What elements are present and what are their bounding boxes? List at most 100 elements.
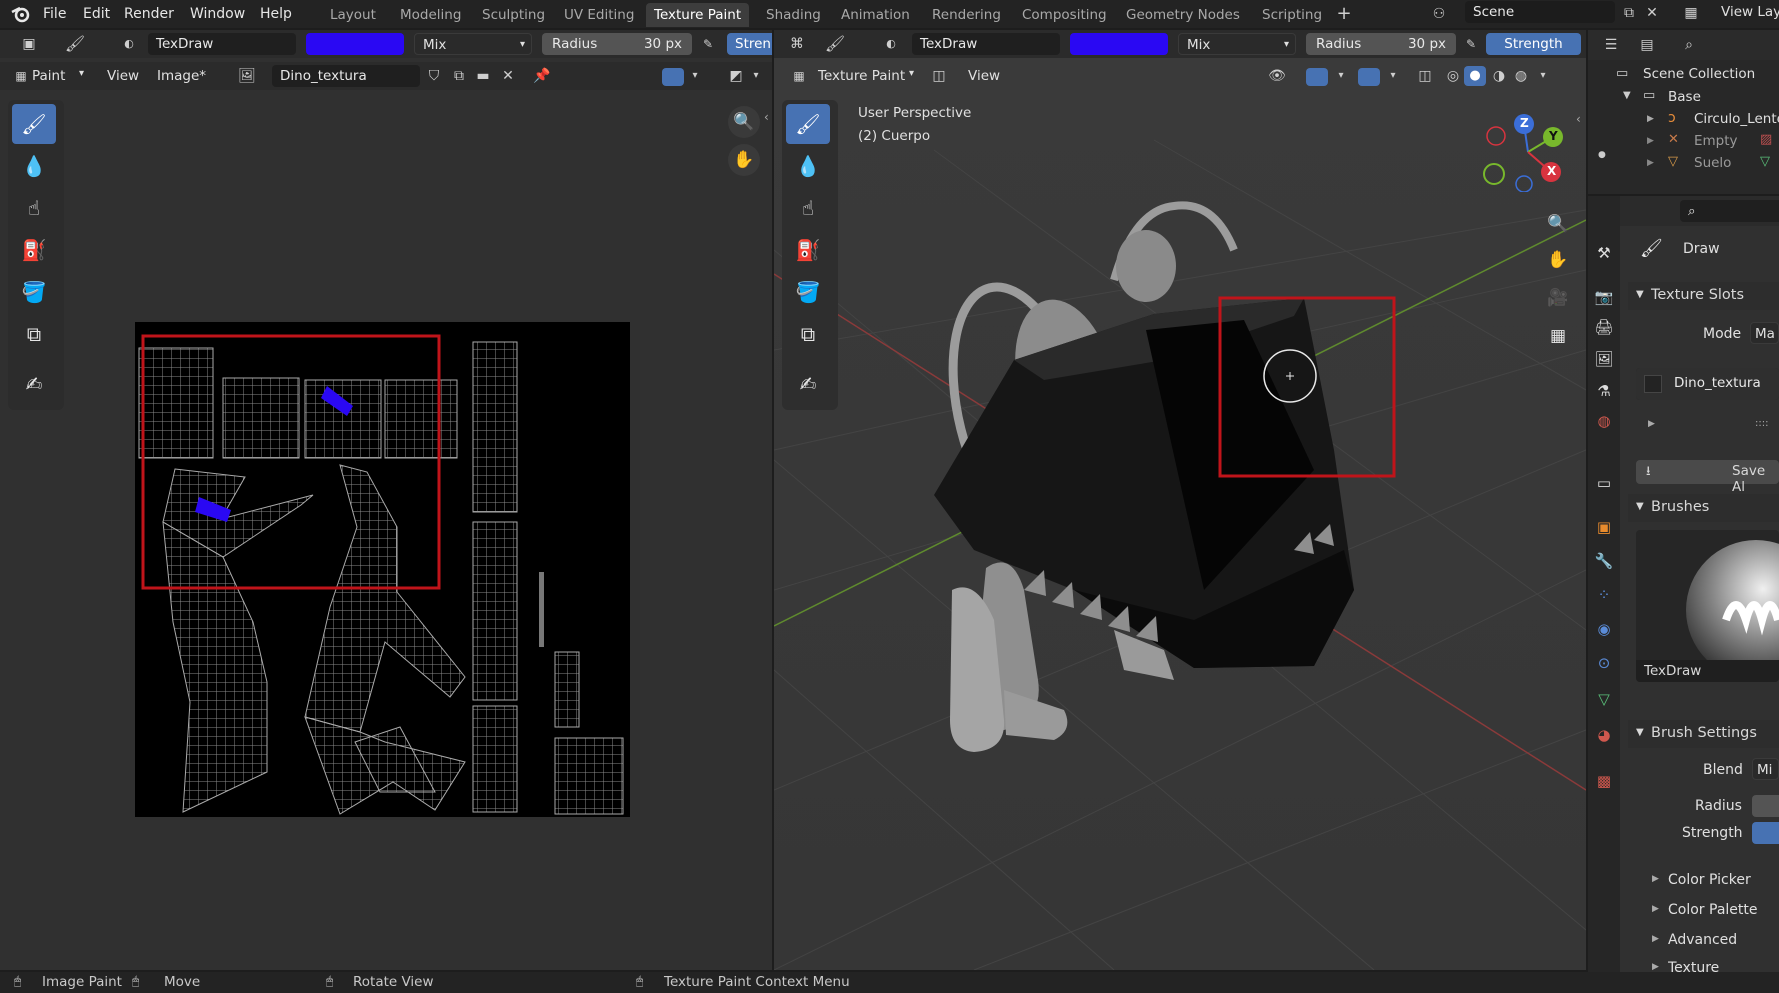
pressure-icon[interactable]: ✎ [1460,33,1482,55]
outliner-item-suelo[interactable]: Suelo [1694,155,1731,171]
chevron-down-icon[interactable]: ▾ [1330,65,1352,87]
new-scene-icon[interactable]: ⧉ [1618,2,1640,24]
outliner-item-empty[interactable]: Empty [1694,133,1738,149]
solid-shading-icon[interactable]: ● [1464,66,1486,86]
image-name-field[interactable]: Dino_textura [272,65,420,87]
menu-view[interactable]: View [968,68,1000,84]
zoom-icon[interactable]: 🔍 [1542,208,1574,240]
constraints-tab-icon[interactable]: ⊙ [1591,650,1617,676]
properties-search-field[interactable]: ⌕ [1680,200,1779,222]
expand-arrow-icon[interactable]: ▶ [1647,136,1654,146]
image-browse-icon[interactable]: 🖼 [236,65,258,87]
uv-texture-canvas[interactable] [135,322,630,817]
brush-name-field[interactable]: TexDraw [912,33,1060,55]
tool-tab-icon[interactable]: ⚒ [1591,240,1617,266]
strength-field[interactable] [1752,822,1779,844]
pressure-icon[interactable]: ✎ [697,33,719,55]
mask-tool-icon[interactable]: ⧉ [12,314,56,354]
search-icon[interactable]: ⌕ [1678,34,1700,56]
mode-dropdown[interactable]: Paint [32,68,65,84]
camera-icon[interactable]: 🎥 [1542,282,1574,314]
menu-file[interactable]: File [37,4,72,24]
resize-handle-icon[interactable]: :::: [1755,418,1768,429]
sidebar-toggle-icon[interactable]: ‹ [764,110,769,124]
physics-tab-icon[interactable]: ◉ [1591,616,1617,642]
scene-tab-icon[interactable]: ⚗ [1591,378,1617,404]
delete-scene-icon[interactable]: ✕ [1641,2,1663,24]
tab-scripting[interactable]: Scripting [1254,3,1330,27]
blend-mode-dropdown[interactable]: Mix ▾ [414,33,532,55]
add-workspace-icon[interactable]: + [1333,3,1355,25]
tab-modeling[interactable]: Modeling [392,3,469,27]
expand-arrow-icon[interactable]: ▶ [1648,419,1655,429]
overlay-toggle-icon[interactable] [1358,68,1380,86]
material-tab-icon[interactable]: ◕ [1591,722,1617,748]
tab-sculpting[interactable]: Sculpting [474,3,553,27]
expand-arrow-icon[interactable]: ▶ [1652,934,1659,944]
brush-settings-panel-header[interactable]: ▼ Brush Settings [1628,720,1779,748]
world-tab-icon[interactable]: ◍ [1591,408,1617,434]
editor-type-icon[interactable]: ▣ [18,33,40,55]
radius-slider[interactable]: Radius 30 px [542,33,692,55]
menu-window[interactable]: Window [184,4,251,24]
perspective-grid-icon[interactable]: ▦ [1542,320,1574,352]
blend-mode-dropdown[interactable]: Mix ▾ [1178,33,1296,55]
expand-arrow-icon[interactable]: ▶ [1652,962,1659,972]
clone-tool-icon[interactable]: ⛽ [786,230,830,270]
color-palette-subpanel[interactable]: Color Palette [1668,902,1758,918]
chevron-down-icon[interactable]: ▾ [745,65,767,87]
tab-uv-editing[interactable]: UV Editing [556,3,642,27]
fill-tool-icon[interactable]: 🪣 [12,272,56,312]
view-layer-field[interactable]: View Lay [1721,4,1779,20]
modifier-wrench-icon[interactable]: 🔧 [1591,548,1617,574]
blend-dropdown[interactable]: Mi [1752,758,1779,780]
menu-edit[interactable]: Edit [77,4,116,24]
render-tab-icon[interactable]: 📷 [1591,284,1617,310]
gizmo-toggle-icon[interactable] [1306,68,1328,86]
tab-compositing[interactable]: Compositing [1014,3,1115,27]
rendered-shading-icon[interactable]: ◍ [1510,65,1532,87]
particles-tab-icon[interactable]: ⁘ [1591,582,1617,608]
object-tab-icon[interactable]: ▣ [1591,514,1617,540]
expand-arrow-icon[interactable]: ▶ [1652,874,1659,884]
radius-slider[interactable]: Radius 30 px [1306,33,1456,55]
blender-logo-icon[interactable] [10,4,32,24]
brush-icon[interactable]: 🖌 [64,33,86,55]
brush-name-field[interactable]: TexDraw [148,33,296,55]
editor-type-icon[interactable]: ⌘ [786,33,808,55]
radius-field[interactable] [1752,795,1779,817]
scene-selector-icon[interactable]: ⚇ [1428,3,1450,25]
brush-color-swatch[interactable] [306,33,404,55]
editor-type-icon[interactable]: ☰ [1600,34,1622,56]
view-layer-tab-icon[interactable]: 🖼 [1591,346,1617,372]
menu-view[interactable]: View [107,68,139,84]
brush-preview-tile[interactable]: TexDraw [1636,530,1779,682]
tab-animation[interactable]: Animation [833,3,918,27]
menu-help[interactable]: Help [254,4,298,24]
menu-render[interactable]: Render [118,4,180,24]
strength-slider[interactable]: Stren [727,33,772,55]
mask-tool-icon[interactable]: ⧉ [786,314,830,354]
advanced-subpanel[interactable]: Advanced [1668,932,1737,948]
brush-color-swatch[interactable] [1070,33,1168,55]
zoom-icon[interactable]: 🔍 [728,106,760,138]
brush-icon[interactable]: 🖌 [824,33,846,55]
scene-field[interactable]: Scene [1465,1,1615,23]
new-image-icon[interactable]: ⧉ [448,65,470,87]
brush-datablock-icon[interactable]: ◐ [880,33,902,55]
clone-tool-icon[interactable]: ⛽ [12,230,56,270]
mode-dropdown[interactable]: Texture Paint [818,68,905,84]
uv-sync-toggle-icon[interactable] [662,68,684,86]
mask-toggle-icon[interactable]: ◫ [928,65,950,87]
fake-user-shield-icon[interactable]: ⛉ [423,65,445,87]
outliner-item-base[interactable]: Base [1668,89,1701,105]
brushes-panel-header[interactable]: ▼ Brushes [1628,494,1779,522]
color-picker-subpanel[interactable]: Color Picker [1668,872,1751,888]
chevron-down-icon[interactable]: ▾ [1532,65,1554,87]
view-layer-icon[interactable]: ▦ [1680,2,1702,24]
strength-slider[interactable]: Strength [1486,33,1581,55]
open-image-folder-icon[interactable]: ▬ [472,65,494,87]
mesh-data-tab-icon[interactable]: ▽ [1591,686,1617,712]
chevron-down-icon[interactable]: ▾ [684,65,706,87]
material-shading-icon[interactable]: ◑ [1488,65,1510,87]
